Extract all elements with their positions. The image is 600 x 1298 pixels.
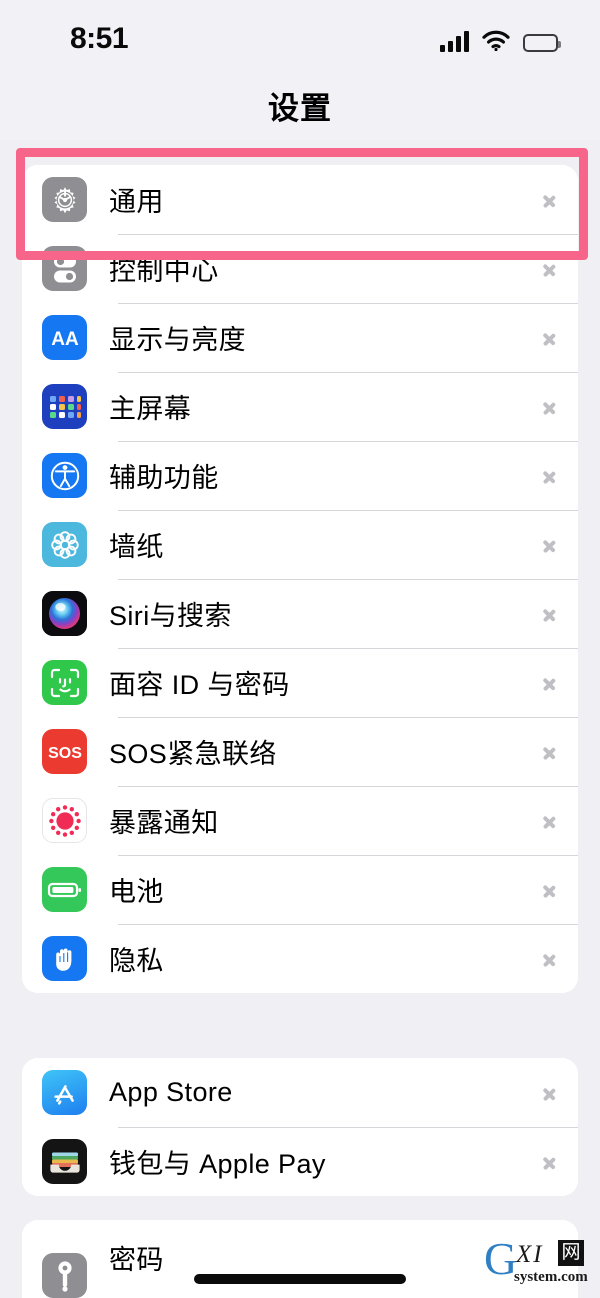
settings-row-label: 暴露通知 bbox=[109, 808, 219, 838]
settings-row-accessibility[interactable]: 辅助功能 bbox=[22, 441, 578, 510]
settings-row-wallpaper[interactable]: 墙纸 bbox=[22, 510, 578, 579]
settings-row-wallet-apple-pay[interactable]: 钱包与 Apple Pay bbox=[22, 1127, 578, 1196]
cellular-signal-icon bbox=[440, 30, 469, 52]
chevron-right-icon bbox=[543, 257, 556, 280]
settings-row-exposure-notifications[interactable]: 暴露通知 bbox=[22, 786, 578, 855]
settings-row-home-screen[interactable]: 主屏幕 bbox=[22, 372, 578, 441]
passwords-key-icon bbox=[42, 1252, 87, 1298]
settings-row-label: SOS紧急联络 bbox=[109, 739, 277, 769]
status-bar-clock: 8:51 bbox=[70, 22, 129, 55]
battery-full-icon bbox=[523, 34, 561, 52]
chevron-right-icon bbox=[543, 326, 556, 349]
face-id-icon bbox=[42, 660, 87, 705]
settings-row-label: 钱包与 Apple Pay bbox=[109, 1149, 326, 1179]
chevron-right-icon bbox=[543, 740, 556, 763]
settings-row-emergency-sos[interactable]: SOS SOS紧急联络 bbox=[22, 717, 578, 786]
app-store-icon bbox=[42, 1070, 87, 1115]
settings-row-label: 电池 bbox=[109, 877, 164, 907]
settings-row-label: 控制中心 bbox=[109, 256, 219, 286]
chevron-right-icon bbox=[543, 533, 556, 556]
gear-icon bbox=[42, 177, 87, 222]
display-brightness-icon: AA bbox=[42, 315, 87, 360]
watermark-subtitle: system.com bbox=[514, 1269, 588, 1285]
page-title: 设置 bbox=[268, 90, 332, 126]
home-screen-icon bbox=[42, 384, 87, 429]
chevron-right-icon bbox=[543, 671, 556, 694]
watermark-boxed-char: 网 bbox=[558, 1240, 584, 1266]
settings-row-app-store[interactable]: App Store bbox=[22, 1058, 578, 1127]
settings-row-label: 墙纸 bbox=[109, 532, 164, 562]
settings-row-battery[interactable]: 电池 bbox=[22, 855, 578, 924]
settings-row-label: 主屏幕 bbox=[109, 394, 192, 424]
chevron-right-icon bbox=[543, 1081, 556, 1104]
accessibility-icon bbox=[42, 453, 87, 498]
settings-row-label: 通用 bbox=[109, 187, 164, 217]
chevron-right-icon bbox=[543, 464, 556, 487]
privacy-hand-icon bbox=[42, 936, 87, 981]
settings-row-privacy[interactable]: 隐私 bbox=[22, 924, 578, 993]
svg-text:SOS: SOS bbox=[48, 745, 82, 762]
battery-icon bbox=[42, 867, 87, 912]
settings-group-store: App Store 钱包与 Apple Pay bbox=[22, 1058, 578, 1196]
site-watermark: G XI 网 system.com bbox=[482, 1234, 594, 1290]
chevron-right-icon bbox=[543, 188, 556, 211]
control-center-icon bbox=[42, 246, 87, 291]
settings-row-display-brightness[interactable]: AA 显示与亮度 bbox=[22, 303, 578, 372]
settings-row-label: 隐私 bbox=[109, 946, 164, 976]
wifi-icon bbox=[482, 30, 510, 52]
chevron-right-icon bbox=[543, 1150, 556, 1173]
siri-icon bbox=[42, 591, 87, 636]
settings-row-control-center[interactable]: 控制中心 bbox=[22, 234, 578, 303]
settings-row-general[interactable]: 通用 bbox=[22, 165, 578, 234]
settings-row-label: 显示与亮度 bbox=[109, 325, 246, 355]
wallpaper-icon bbox=[42, 522, 87, 567]
status-bar: 8:51 bbox=[0, 0, 600, 70]
chevron-right-icon bbox=[543, 947, 556, 970]
home-indicator[interactable] bbox=[194, 1274, 406, 1284]
settings-row-label: App Store bbox=[109, 1077, 233, 1107]
sos-icon: SOS bbox=[42, 729, 87, 774]
settings-row-label: Siri与搜索 bbox=[109, 601, 232, 631]
svg-text:AA: AA bbox=[51, 329, 79, 350]
settings-group-primary: 通用 控制中心 AA 显示与亮度 主屏幕 辅助功能 墙纸 Siri与搜索 面容 … bbox=[22, 165, 578, 993]
chevron-right-icon bbox=[543, 809, 556, 832]
chevron-right-icon bbox=[543, 602, 556, 625]
wallet-icon bbox=[42, 1139, 87, 1184]
status-bar-indicators bbox=[440, 26, 561, 52]
watermark-letter-g: G bbox=[484, 1233, 518, 1284]
settings-row-label: 辅助功能 bbox=[109, 463, 219, 493]
chevron-right-icon bbox=[543, 395, 556, 418]
navigation-bar: 设置 bbox=[0, 70, 600, 140]
settings-screen: 8:51 设置 通用 控制中心 AA 显示与亮度 主屏幕 辅助功能 墙纸 Sir… bbox=[0, 0, 600, 1298]
watermark-letters-xi: XI bbox=[516, 1241, 544, 1268]
chevron-right-icon bbox=[543, 878, 556, 901]
settings-row-siri-search[interactable]: Siri与搜索 bbox=[22, 579, 578, 648]
settings-row-label: 面容 ID 与密码 bbox=[109, 670, 290, 700]
exposure-notification-icon bbox=[42, 798, 87, 843]
settings-row-face-id-passcode[interactable]: 面容 ID 与密码 bbox=[22, 648, 578, 717]
